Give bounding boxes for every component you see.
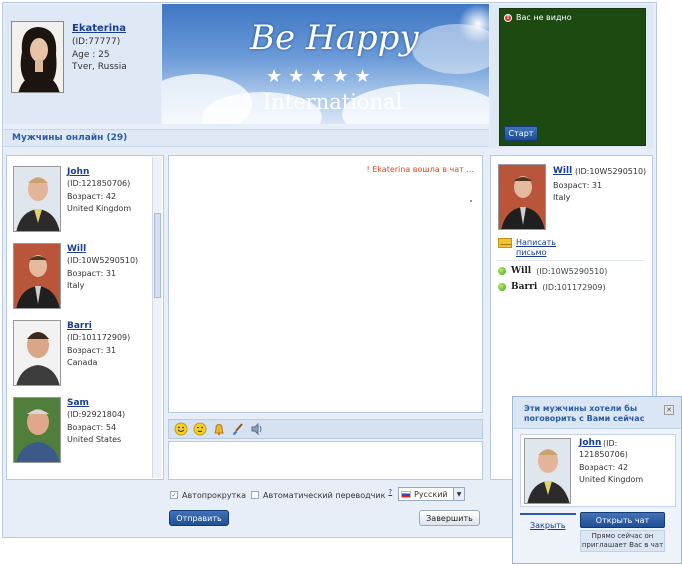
help-link[interactable]: ? bbox=[388, 488, 392, 496]
online-contact-id: (ID:101172909) bbox=[542, 282, 606, 292]
online-status-icon bbox=[498, 267, 506, 275]
inviting-man-id-part2: 121850706) bbox=[579, 450, 628, 459]
webcam-preview: ! Вас не видно Старт bbox=[499, 8, 646, 146]
man-id: (ID:92921804) bbox=[67, 410, 126, 419]
man-name-link[interactable]: Barri bbox=[67, 321, 92, 331]
language-value: Русский bbox=[414, 489, 448, 499]
scrollbar-thumb[interactable] bbox=[154, 213, 161, 298]
man-photo[interactable] bbox=[13, 397, 61, 463]
online-status-icon bbox=[498, 283, 506, 291]
camera-status-text: Вас не видно bbox=[516, 13, 572, 22]
end-chat-button[interactable]: Завершить bbox=[419, 510, 480, 526]
chat-options: ✓ Автопрокрутка Автоматический переводчи… bbox=[168, 487, 488, 503]
autoscroll-option[interactable]: ✓ Автопрокрутка bbox=[170, 491, 246, 500]
autotranslate-option[interactable]: Автоматический переводчик ? bbox=[251, 488, 392, 500]
autoscroll-checkbox[interactable]: ✓ bbox=[170, 491, 178, 499]
autotranslate-checkbox[interactable] bbox=[251, 491, 259, 499]
russian-flag-icon bbox=[401, 490, 411, 498]
write-letter-link[interactable]: Написать письмо bbox=[498, 238, 556, 258]
man-name-link[interactable]: Will bbox=[67, 244, 86, 254]
banner-stars: ★★★★★ bbox=[266, 66, 377, 87]
partner-name-link[interactable]: Will bbox=[553, 166, 572, 176]
partner-country: Italy bbox=[553, 193, 571, 202]
man-id: (ID:10W5290510) bbox=[67, 256, 139, 265]
camera-status: ! Вас не видно bbox=[504, 13, 572, 22]
autotranslate-label: Автоматический переводчик bbox=[263, 490, 386, 500]
profile-location: Tver, Russia bbox=[72, 62, 127, 72]
man-name-link[interactable]: John bbox=[67, 167, 89, 177]
chevron-down-icon[interactable]: ▼ bbox=[453, 488, 464, 500]
chat-toolbar bbox=[168, 419, 483, 439]
camera-off-icon: ! bbox=[504, 13, 512, 22]
inviting-man-photo[interactable] bbox=[524, 438, 571, 504]
system-message: ! Ekaterina вошла в чат ... bbox=[366, 165, 475, 174]
start-camera-button[interactable]: Старт bbox=[504, 126, 538, 141]
profile-name-link[interactable]: Ekaterina bbox=[72, 23, 126, 34]
online-contact-name[interactable]: Barri bbox=[511, 282, 537, 292]
list-item[interactable]: Sam (ID:92921804) Возраст: 54 United Sta… bbox=[11, 395, 151, 467]
profile-photo bbox=[11, 21, 64, 93]
write-letter-line1[interactable]: Написать bbox=[516, 238, 556, 247]
partner-age: Возраст: 31 bbox=[553, 181, 603, 190]
list-item[interactable]: Barri (ID:101172909) Возраст: 31 Canada bbox=[11, 318, 151, 390]
invitation-note: Прямо сейчас он приглашает Вас в чат bbox=[580, 530, 665, 552]
man-photo[interactable] bbox=[13, 243, 61, 309]
man-age: Возраст: 31 bbox=[67, 346, 117, 355]
open-chat-button[interactable]: Открыть чат bbox=[580, 512, 665, 528]
inviting-man-age: Возраст: 42 bbox=[579, 463, 629, 472]
man-photo[interactable] bbox=[13, 320, 61, 386]
man-name-link[interactable]: Sam bbox=[67, 398, 89, 408]
banner-title: Be Happy bbox=[250, 18, 419, 58]
send-button[interactable]: Отправить bbox=[169, 510, 229, 526]
message-input[interactable] bbox=[168, 441, 483, 480]
man-age: Возраст: 54 bbox=[67, 423, 117, 432]
men-list-scrollbar[interactable] bbox=[152, 157, 162, 478]
language-select[interactable]: Русский ▼ bbox=[398, 487, 465, 501]
popup-close-link[interactable]: Закрыть bbox=[530, 521, 566, 530]
partner-id: (ID:10W5290510) bbox=[575, 167, 647, 176]
banner-logo: Be Happy ★★★★★ International bbox=[162, 4, 489, 124]
online-contact-id: (ID:10W5290510) bbox=[536, 266, 608, 276]
autoscroll-label: Автопрокрутка bbox=[182, 490, 246, 500]
man-age: Возраст: 31 bbox=[67, 269, 117, 278]
men-online-header: Мужчины онлайн (29) bbox=[4, 129, 489, 147]
man-country: Italy bbox=[67, 281, 85, 290]
wink-icon[interactable] bbox=[192, 422, 207, 437]
list-item[interactable]: Will (ID:10W5290510) Возраст: 31 Italy bbox=[11, 241, 151, 313]
envelope-icon bbox=[498, 238, 512, 248]
man-id: (ID:121850706) bbox=[67, 179, 131, 188]
chat-invitation-popup: Эти мужчины хотели бы поговорить с Вами … bbox=[512, 396, 682, 564]
profile-id: (ID:77777) bbox=[72, 37, 121, 47]
smile-icon[interactable] bbox=[173, 422, 188, 437]
inviting-man-card: John (ID: 121850706) Возраст: 42 United … bbox=[520, 434, 676, 507]
men-online-list: John (ID:121850706) Возраст: 42 United K… bbox=[6, 155, 164, 480]
man-country: United Kingdom bbox=[67, 204, 132, 213]
webcam-panel: ! Вас не видно Старт bbox=[490, 4, 653, 148]
online-contact-row[interactable]: Barri (ID:101172909) bbox=[498, 282, 606, 292]
inviting-man-name-link[interactable]: John bbox=[579, 438, 601, 448]
man-photo[interactable] bbox=[13, 166, 61, 232]
online-contact-row[interactable]: Will (ID:10W5290510) bbox=[498, 266, 607, 276]
man-country: Canada bbox=[67, 358, 98, 367]
inviting-man-country: United Kingdom bbox=[579, 475, 644, 484]
write-letter-line2[interactable]: письмо bbox=[516, 248, 546, 257]
man-age: Возраст: 42 bbox=[67, 192, 117, 201]
popup-title: Эти мужчины хотели бы поговорить с Вами … bbox=[524, 404, 645, 423]
sound-icon[interactable] bbox=[249, 422, 264, 437]
partner-photo[interactable] bbox=[498, 164, 546, 230]
man-country: United States bbox=[67, 435, 122, 444]
chat-messages: ! Ekaterina вошла в чат ... bbox=[168, 155, 483, 413]
list-item[interactable]: John (ID:121850706) Возраст: 42 United K… bbox=[11, 164, 151, 236]
brush-icon[interactable] bbox=[230, 422, 245, 437]
man-id: (ID:101172909) bbox=[67, 333, 131, 342]
profile-age: Age : 25 bbox=[72, 50, 110, 60]
men-online-title: Мужчины онлайн (29) bbox=[12, 133, 128, 143]
online-contact-name[interactable]: Will bbox=[511, 266, 531, 276]
my-profile-card: Ekaterina (ID:77777) Age : 25 Tver, Russ… bbox=[4, 4, 161, 124]
inviting-man-id-part1: (ID: bbox=[603, 439, 618, 448]
banner-subtitle: International bbox=[263, 90, 403, 114]
bell-icon[interactable] bbox=[211, 422, 226, 437]
popup-header: Эти мужчины хотели бы поговорить с Вами … bbox=[513, 397, 681, 429]
close-icon[interactable]: ✕ bbox=[664, 405, 674, 415]
